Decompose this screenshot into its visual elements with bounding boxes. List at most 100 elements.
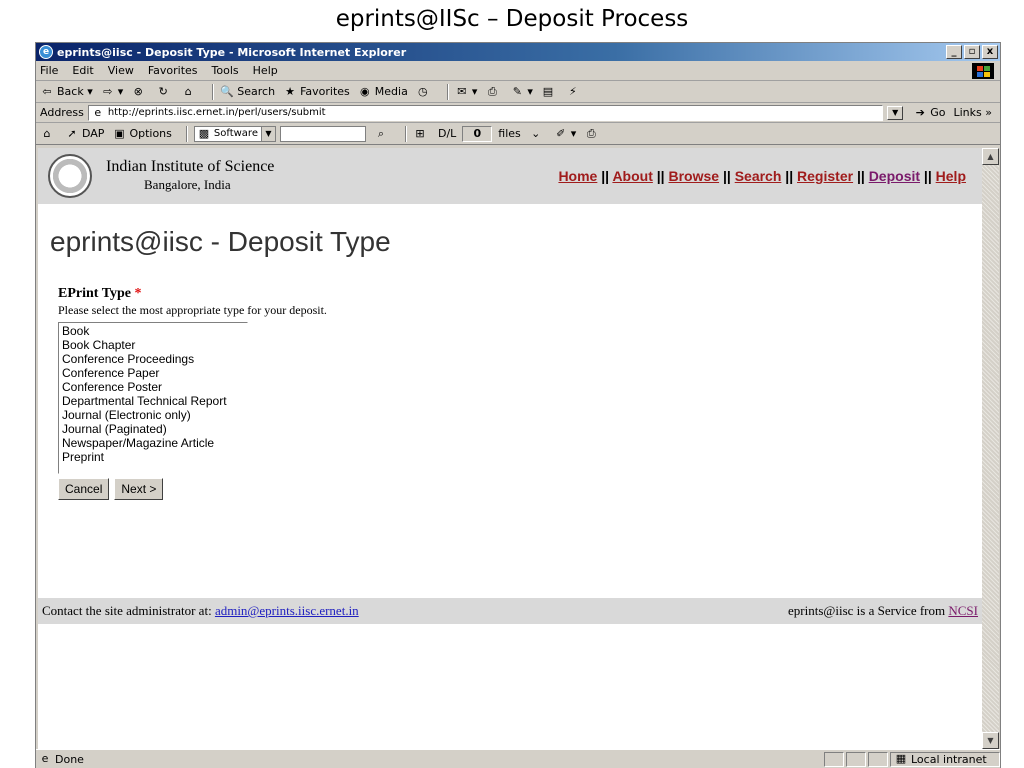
nav-browse[interactable]: Browse [669, 168, 720, 184]
favorites-button[interactable]: ★ Favorites [283, 85, 350, 99]
software-dropdown[interactable]: ▩ Software ▼ [193, 125, 276, 142]
type-option-conference-poster[interactable]: Conference Poster [62, 380, 244, 394]
toolbar-separator [446, 83, 449, 100]
media-button[interactable]: ◉ Media [358, 85, 408, 99]
messenger-icon: ⚡ [569, 84, 577, 98]
type-option-journal-electronic[interactable]: Journal (Electronic only) [62, 408, 244, 422]
type-option-conference-paper[interactable]: Conference Paper [62, 366, 244, 380]
field-help-text: Please select the most appropriate type … [58, 303, 327, 317]
software-search-input[interactable] [279, 125, 366, 142]
page-title: eprints@iisc - Deposit Type [50, 226, 391, 257]
form-buttons: Cancel Next > [58, 478, 982, 500]
double-chevron-icon: ⌄ [531, 126, 541, 140]
history-button[interactable]: ◷ [416, 85, 433, 99]
refresh-button[interactable]: ↻ [156, 85, 173, 99]
menu-file[interactable]: File [40, 64, 58, 77]
eprint-type-label: EPrint Type [58, 286, 131, 301]
menu-favorites[interactable]: Favorites [148, 64, 198, 77]
eprint-type-listbox[interactable]: Book Book Chapter Conference Proceedings… [58, 322, 248, 474]
nav-register[interactable]: Register [797, 168, 853, 184]
home-link-button[interactable]: ⌂ [40, 127, 57, 141]
type-option-conference-proceedings[interactable]: Conference Proceedings [62, 352, 244, 366]
history-icon: ◷ [418, 84, 428, 98]
scroll-up-button[interactable]: ▲ [982, 148, 999, 165]
menu-tools[interactable]: Tools [212, 64, 239, 77]
scroll-down-button[interactable]: ▼ [982, 732, 999, 749]
download-manager-button[interactable]: ⊞ [413, 127, 430, 141]
home-icon: ⌂ [43, 126, 51, 140]
maximize-button[interactable]: ▫ [964, 45, 980, 59]
nav-deposit[interactable]: Deposit [869, 168, 920, 184]
search-button[interactable]: 🔍 Search [220, 85, 275, 99]
type-option-preprint[interactable]: Preprint [62, 450, 244, 464]
nav-home[interactable]: Home [558, 168, 597, 184]
toolbar-separator [404, 125, 407, 142]
menu-view[interactable]: View [108, 64, 134, 77]
home-button[interactable]: ⌂ [181, 85, 198, 99]
media-icon: ◉ [359, 84, 370, 98]
print-icon: ⎙ [487, 84, 497, 98]
type-option-newspaper-article[interactable]: Newspaper/Magazine Article [62, 436, 244, 450]
download-icon: ⊞ [415, 126, 425, 140]
options-label: Options [129, 127, 172, 140]
type-option-book[interactable]: Book [62, 324, 244, 338]
go-label: Go [930, 106, 946, 119]
type-option-book-chapter[interactable]: Book Chapter [62, 338, 244, 352]
software-label: Software [213, 128, 258, 139]
admin-email-link[interactable]: admin@eprints.iisc.ernet.in [215, 603, 359, 619]
nav-search[interactable]: Search [735, 168, 782, 184]
download-count: 0 [462, 125, 493, 142]
options-button[interactable]: ▣ Options [112, 127, 172, 141]
find-button[interactable]: ⌕ [374, 127, 391, 141]
nav-about[interactable]: About [612, 168, 652, 184]
type-option-technical-report[interactable]: Departmental Technical Report [62, 394, 244, 408]
magnifier-icon: ⌕ [377, 126, 385, 140]
menu-help[interactable]: Help [253, 64, 278, 77]
links-label: Links [953, 106, 982, 119]
contact-text: Contact the site administrator at: [42, 603, 212, 618]
discuss-button[interactable]: ▤ [541, 85, 558, 99]
stop-button[interactable]: ⊗ [131, 85, 148, 99]
printer-icon: ⎙ [586, 126, 596, 140]
dap-button[interactable]: ➚ DAP [65, 127, 104, 141]
back-arrow-icon: ⇦ [42, 84, 52, 98]
page-icon: e [94, 105, 102, 119]
ncsi-link[interactable]: NCSI [948, 603, 978, 618]
back-button[interactable]: ⇦ Back ▾ [40, 84, 92, 99]
highlight-button[interactable]: ✐ ▾ [554, 127, 576, 141]
forward-button[interactable]: ⇨ ▾ [101, 85, 123, 99]
links-button[interactable]: Links » [954, 106, 993, 119]
go-button[interactable]: ➔ Go [913, 106, 946, 120]
type-option-journal-paginated[interactable]: Journal (Paginated) [62, 422, 244, 436]
address-input[interactable]: e http://eprints.iisc.ernet.in/perl/user… [87, 104, 884, 121]
messenger-button[interactable]: ⚡ [566, 85, 583, 99]
dap-label: DAP [82, 127, 105, 140]
intranet-icon: ▦ [895, 752, 907, 765]
page-content: Indian Institute of Science Bangalore, I… [38, 148, 982, 749]
print-button[interactable]: ⎙ [485, 85, 502, 99]
edit-button[interactable]: ✎ ▾ [510, 85, 533, 99]
title-bar: e eprints@iisc - Deposit Type - Microsof… [36, 43, 1000, 61]
close-button[interactable]: x [982, 45, 998, 59]
page-done-icon: e [41, 752, 49, 765]
service-text: eprints@iisc is a Service from [788, 603, 946, 618]
printer-button[interactable]: ⎙ [584, 127, 601, 141]
windows-logo-icon [972, 62, 994, 79]
iisc-logo [48, 154, 92, 198]
expand-button[interactable]: ⌄ [529, 127, 546, 141]
address-dropdown-button[interactable]: ▼ [887, 105, 904, 120]
files-label: files [498, 127, 521, 140]
mail-button[interactable]: ✉ ▾ [455, 85, 477, 99]
address-url: http://eprints.iisc.ernet.in/perl/users/… [107, 107, 326, 118]
cancel-button[interactable]: Cancel [58, 478, 110, 500]
nav-help[interactable]: Help [936, 168, 966, 184]
site-footer: Contact the site administrator at: admin… [38, 598, 982, 624]
minimize-button[interactable]: _ [946, 45, 962, 59]
next-button[interactable]: Next > [114, 478, 164, 500]
media-label: Media [374, 85, 408, 98]
menu-edit[interactable]: Edit [72, 64, 93, 77]
search-label: Search [237, 85, 276, 98]
institute-location: Bangalore, India [144, 177, 231, 192]
vertical-scrollbar[interactable]: ▲ ▼ [982, 148, 999, 749]
floppy-icon: ▩ [198, 126, 210, 140]
